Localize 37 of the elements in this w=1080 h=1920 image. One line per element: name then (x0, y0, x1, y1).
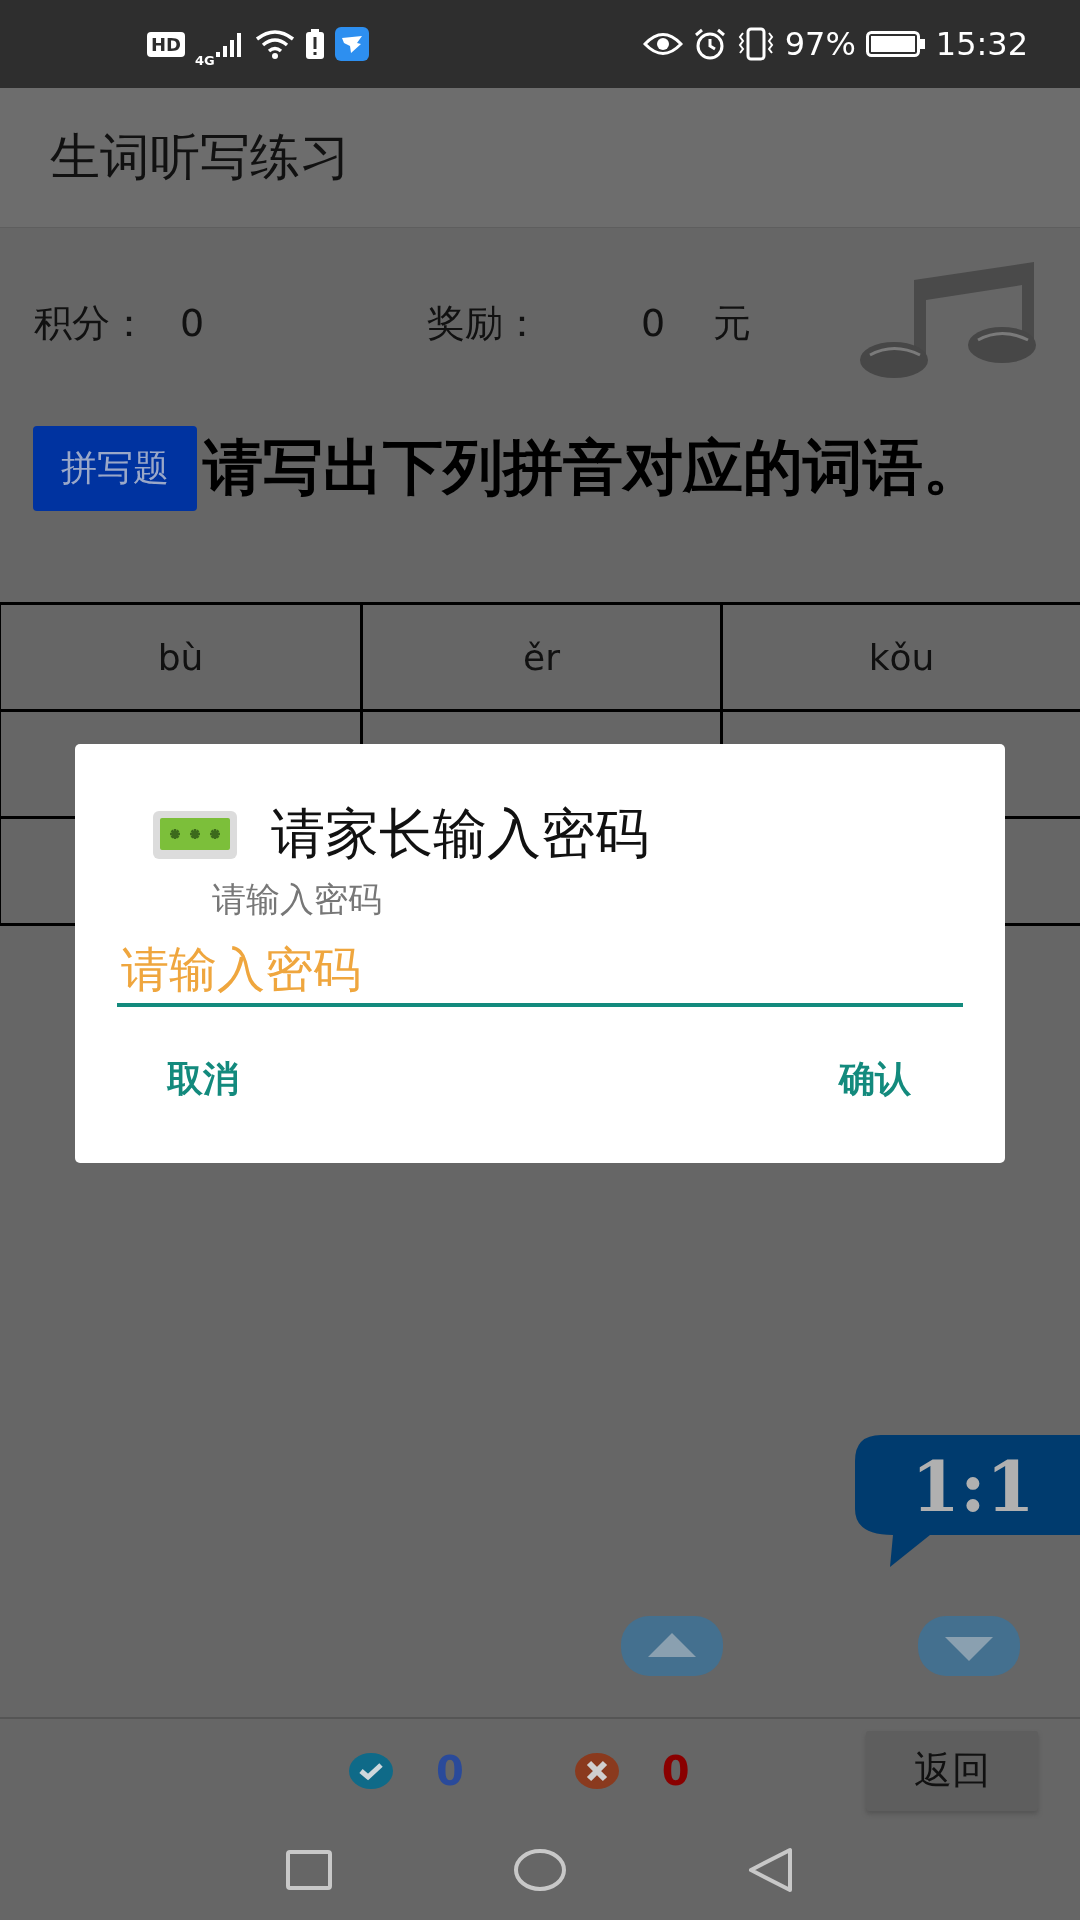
dialog-title: 请家长输入密码 (271, 801, 649, 867)
password-icon (152, 809, 238, 860)
unit-label: 元 (713, 299, 752, 347)
count-value: 0 (436, 1747, 464, 1794)
score-value: 0 (641, 301, 666, 345)
cross-icon (573, 1750, 620, 1791)
recents-icon[interactable] (285, 1850, 333, 1890)
back-icon[interactable] (747, 1847, 795, 1893)
pinyin-cell: bù (0, 605, 360, 709)
ratio-bubble: 1:1 (855, 1435, 1080, 1567)
score-label: 奖励： (427, 299, 541, 347)
pinyin-cell: kǒu (720, 605, 1080, 709)
home-icon[interactable] (513, 1848, 567, 1892)
alarm-icon (692, 27, 727, 61)
score-value: 0 (180, 301, 205, 345)
hd-badge: HD (147, 31, 185, 57)
battery-icon (865, 31, 926, 57)
question-type-badge: 拼写题 (33, 425, 197, 511)
battery-percent: 97% (784, 25, 856, 63)
clock-time: 15:32 (935, 25, 1028, 63)
battery-alert-icon (304, 29, 325, 59)
eye-icon (642, 31, 683, 57)
pinyin-cell: ěr (360, 605, 720, 709)
network-label: 4G (195, 52, 215, 68)
dialog-button[interactable]: 取消 (163, 1047, 243, 1112)
score-label: 积分： (34, 299, 148, 347)
bird-app-icon (334, 27, 369, 61)
password-field[interactable]: 请输入密码 (117, 937, 963, 1007)
back-button[interactable]: 返回 (866, 1730, 1038, 1811)
app-title: 生词听写练习 (50, 127, 350, 188)
wifi-icon (254, 29, 295, 59)
dialog-message: 请输入密码 (212, 878, 382, 921)
count-value: 0 (661, 1747, 690, 1794)
vibrate-icon (736, 27, 775, 61)
check-icon (348, 1750, 394, 1791)
question-prompt: 请写出下列拼音对应的词语。 (203, 430, 983, 504)
dialog-button[interactable]: 确认 (835, 1047, 915, 1112)
